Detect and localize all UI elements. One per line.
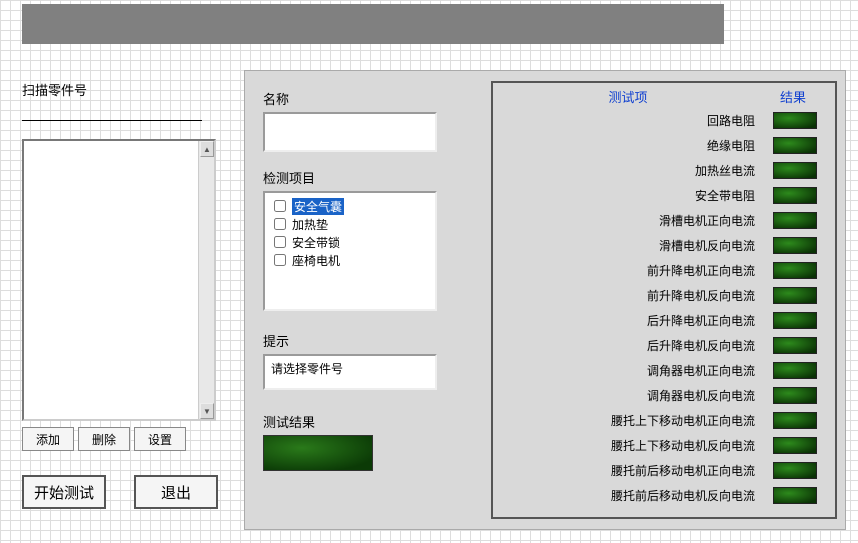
check-item-label: 加热垫 <box>292 216 328 233</box>
check-item[interactable]: 安全带锁 <box>269 233 431 251</box>
result-indicator <box>773 362 817 379</box>
scan-label: 扫描零件号 <box>22 80 222 99</box>
start-test-button[interactable]: 开始测试 <box>22 475 106 509</box>
check-item-label: 安全气囊 <box>292 198 344 215</box>
hint-textbox: 请选择零件号 <box>263 354 437 390</box>
result-indicator <box>773 237 817 254</box>
result-row: 后升降电机反向电流 <box>493 333 835 358</box>
hint-label: 提示 <box>263 331 463 350</box>
checklist-label: 检测项目 <box>263 168 463 187</box>
result-indicator <box>773 137 817 154</box>
result-row: 绝缘电阻 <box>493 133 835 158</box>
result-indicator <box>773 462 817 479</box>
result-row: 加热丝电流 <box>493 158 835 183</box>
name-textbox[interactable] <box>263 112 437 152</box>
result-item-name: 腰托上下移动电机正向电流 <box>493 412 773 429</box>
test-result-label: 测试结果 <box>263 412 463 431</box>
result-indicator <box>773 437 817 454</box>
result-row: 滑槽电机反向电流 <box>493 233 835 258</box>
result-row: 调角器电机反向电流 <box>493 383 835 408</box>
result-indicator <box>773 287 817 304</box>
result-item-name: 调角器电机反向电流 <box>493 387 773 404</box>
result-item-name: 腰托前后移动电机正向电流 <box>493 462 773 479</box>
delete-button[interactable]: 删除 <box>78 427 130 451</box>
part-listbox[interactable]: ▲ ▼ <box>22 139 216 421</box>
result-row: 滑槽电机正向电流 <box>493 208 835 233</box>
result-indicator <box>773 337 817 354</box>
result-item-name: 绝缘电阻 <box>493 137 773 154</box>
result-item-name: 腰托前后移动电机反向电流 <box>493 487 773 504</box>
result-indicator <box>773 312 817 329</box>
check-item-checkbox[interactable] <box>274 218 286 230</box>
result-row: 腰托前后移动电机正向电流 <box>493 458 835 483</box>
scroll-up-icon[interactable]: ▲ <box>200 141 214 157</box>
result-row: 腰托前后移动电机反向电流 <box>493 483 835 508</box>
add-button[interactable]: 添加 <box>22 427 74 451</box>
result-item-name: 前升降电机反向电流 <box>493 287 773 304</box>
exit-button[interactable]: 退出 <box>134 475 218 509</box>
check-item-checkbox[interactable] <box>274 236 286 248</box>
left-panel: 扫描零件号 ▲ ▼ 添加 删除 设置 开始测试 退出 <box>22 80 222 509</box>
result-indicator <box>773 162 817 179</box>
scan-input[interactable] <box>22 101 202 121</box>
checklist-box[interactable]: 安全气囊加热垫安全带锁座椅电机 <box>263 191 437 311</box>
result-row: 腰托上下移动电机反向电流 <box>493 433 835 458</box>
check-item[interactable]: 座椅电机 <box>269 251 431 269</box>
result-indicator <box>773 387 817 404</box>
result-indicator <box>773 187 817 204</box>
results-header-result: 结果 <box>763 87 823 106</box>
result-item-name: 回路电阻 <box>493 112 773 129</box>
result-item-name: 滑槽电机正向电流 <box>493 212 773 229</box>
results-header-test: 测试项 <box>493 87 763 106</box>
settings-button[interactable]: 设置 <box>134 427 186 451</box>
check-item-checkbox[interactable] <box>274 254 286 266</box>
result-row: 调角器电机正向电流 <box>493 358 835 383</box>
result-item-name: 前升降电机正向电流 <box>493 262 773 279</box>
result-row: 安全带电阻 <box>493 183 835 208</box>
check-item-checkbox[interactable] <box>274 200 286 212</box>
result-indicator <box>773 262 817 279</box>
listbox-scrollbar[interactable]: ▲ ▼ <box>198 141 214 419</box>
name-label: 名称 <box>263 89 463 108</box>
result-row: 前升降电机反向电流 <box>493 283 835 308</box>
result-row: 后升降电机正向电流 <box>493 308 835 333</box>
result-row: 前升降电机正向电流 <box>493 258 835 283</box>
check-item[interactable]: 加热垫 <box>269 215 431 233</box>
result-item-name: 后升降电机正向电流 <box>493 312 773 329</box>
result-indicator <box>773 412 817 429</box>
result-item-name: 安全带电阻 <box>493 187 773 204</box>
title-banner <box>22 4 724 44</box>
result-item-name: 加热丝电流 <box>493 162 773 179</box>
check-item[interactable]: 安全气囊 <box>269 197 431 215</box>
main-panel: 名称 检测项目 安全气囊加热垫安全带锁座椅电机 提示 请选择零件号 测试结果 测… <box>244 70 846 530</box>
result-indicator <box>773 212 817 229</box>
result-item-name: 滑槽电机反向电流 <box>493 237 773 254</box>
result-item-name: 后升降电机反向电流 <box>493 337 773 354</box>
check-item-label: 座椅电机 <box>292 252 340 269</box>
result-row: 腰托上下移动电机正向电流 <box>493 408 835 433</box>
result-row: 回路电阻 <box>493 108 835 133</box>
scroll-down-icon[interactable]: ▼ <box>200 403 214 419</box>
check-item-label: 安全带锁 <box>292 234 340 251</box>
test-result-indicator <box>263 435 373 471</box>
result-item-name: 腰托上下移动电机反向电流 <box>493 437 773 454</box>
results-panel: 测试项 结果 回路电阻绝缘电阻加热丝电流安全带电阻滑槽电机正向电流滑槽电机反向电… <box>491 81 837 519</box>
result-indicator <box>773 487 817 504</box>
result-indicator <box>773 112 817 129</box>
result-item-name: 调角器电机正向电流 <box>493 362 773 379</box>
